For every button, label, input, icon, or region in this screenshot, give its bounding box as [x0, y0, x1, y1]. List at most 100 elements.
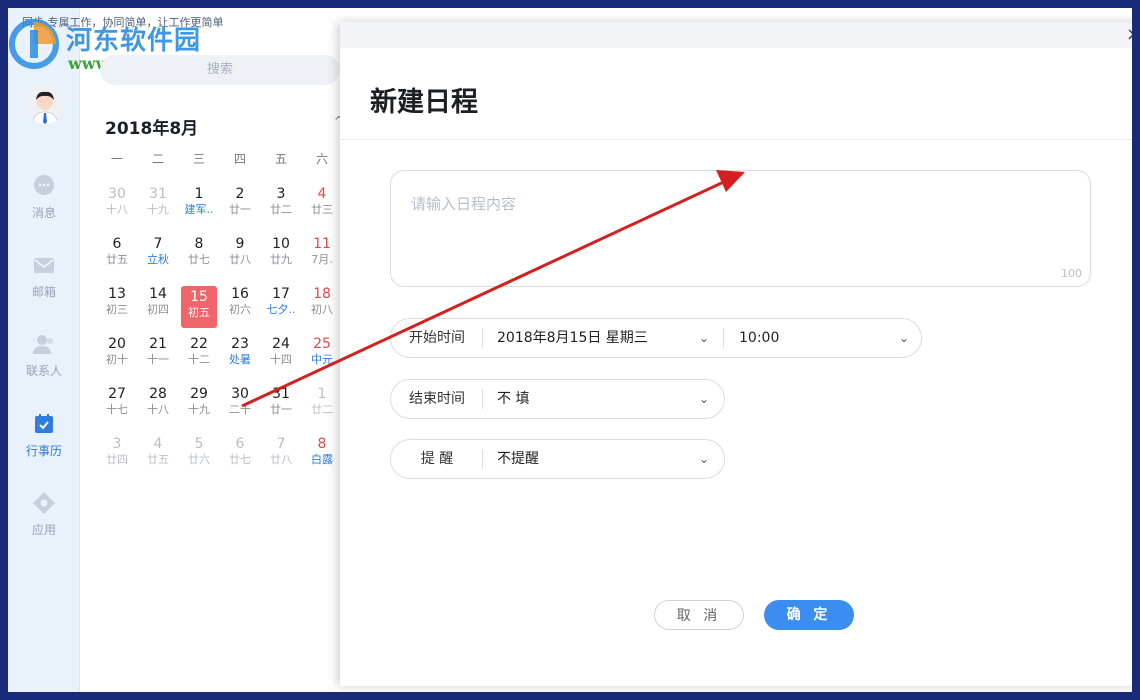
- day-number: 14: [149, 286, 167, 302]
- day-number: 1: [194, 186, 204, 202]
- calendar-day[interactable]: 6 廿七: [222, 436, 258, 478]
- calendar-day[interactable]: 22 十二: [181, 336, 217, 378]
- calendar-day[interactable]: 30 二十: [222, 386, 258, 428]
- day-number: 18: [313, 286, 331, 302]
- search-input[interactable]: 搜索: [100, 55, 340, 85]
- calendar-day-today[interactable]: 15 初五: [181, 286, 217, 328]
- calendar-day[interactable]: 2 廿一: [222, 186, 258, 228]
- calendar-day[interactable]: 29 十九: [181, 386, 217, 428]
- reminder-select[interactable]: 不提醒: [497, 440, 539, 478]
- lunar-date: 廿八: [270, 453, 292, 466]
- char-limit: 100: [1061, 267, 1082, 280]
- day-number: 4: [317, 186, 327, 202]
- calendar-day[interactable]: 3 廿二: [263, 186, 299, 228]
- close-icon[interactable]: ×: [1126, 26, 1132, 44]
- calendar-day[interactable]: 1 建军..: [181, 186, 217, 228]
- user-avatar[interactable]: [25, 84, 65, 124]
- end-time-select[interactable]: 不 填: [497, 380, 529, 418]
- calendar-day[interactable]: 20 初十: [99, 336, 135, 378]
- confirm-button[interactable]: 确 定: [764, 600, 854, 630]
- day-number: 8: [317, 436, 327, 452]
- calendar-day[interactable]: 8 廿七: [181, 236, 217, 278]
- reminder-field: 提 醒 不提醒 ⌄: [390, 439, 725, 479]
- calendar-day[interactable]: 8 白露: [304, 436, 340, 478]
- lunar-date: 廿七: [229, 453, 251, 466]
- cancel-button[interactable]: 取 消: [654, 600, 744, 630]
- calendar-day[interactable]: 14 初四: [140, 286, 176, 328]
- calendar-day[interactable]: 25 中元: [304, 336, 340, 378]
- calendar-day[interactable]: 3 廿四: [99, 436, 135, 478]
- calendar-day[interactable]: 9 廿八: [222, 236, 258, 278]
- calendar-day[interactable]: 21 十一: [140, 336, 176, 378]
- nav-item-apps[interactable]: 应用: [8, 491, 80, 551]
- calendar-day[interactable]: 1 廿二: [304, 386, 340, 428]
- calendar-day[interactable]: 10 廿九: [263, 236, 299, 278]
- calendar-day[interactable]: 7 廿八: [263, 436, 299, 478]
- start-time-label: 开始时间: [409, 330, 465, 346]
- day-number: 10: [272, 236, 290, 252]
- day-number: 31: [272, 386, 290, 402]
- day-number: 20: [108, 336, 126, 352]
- lunar-date: 建军..: [184, 203, 214, 216]
- calendar-day[interactable]: 5 廿六: [181, 436, 217, 478]
- weekday-label: 三: [192, 152, 205, 166]
- separator: [482, 449, 483, 469]
- nav-item-contacts[interactable]: 联系人: [8, 332, 80, 392]
- lunar-date: 廿五: [106, 253, 128, 266]
- calendar-day[interactable]: 16 初六: [222, 286, 258, 328]
- lunar-date: 十二: [188, 353, 210, 366]
- day-number: 2: [235, 186, 245, 202]
- lunar-date: 7月.: [311, 253, 333, 266]
- chevron-down-icon[interactable]: ⌄: [899, 319, 909, 357]
- weekday-label: 六: [315, 152, 328, 166]
- watermark-icon: [9, 19, 59, 69]
- chevron-down-icon[interactable]: ⌄: [699, 380, 709, 418]
- calendar-day[interactable]: 17 七夕..: [263, 286, 299, 328]
- day-number: 4: [153, 436, 163, 452]
- chevron-down-icon[interactable]: ⌄: [699, 319, 709, 357]
- calendar-day[interactable]: 28 十八: [140, 386, 176, 428]
- start-date-select[interactable]: 2018年8月15日 星期三: [497, 319, 648, 357]
- calendar-day[interactable]: 23 处暑: [222, 336, 258, 378]
- calendar-day[interactable]: 11 7月.: [304, 236, 340, 278]
- calendar-day[interactable]: 31 廿一: [263, 386, 299, 428]
- day-number: 7: [276, 436, 286, 452]
- day-number: 30: [108, 186, 126, 202]
- nav-item-messages[interactable]: 消息: [8, 174, 80, 234]
- calendar-day[interactable]: 24 十四: [263, 336, 299, 378]
- calendar-day[interactable]: 6 廿五: [99, 236, 135, 278]
- lunar-date: 初六: [229, 303, 251, 316]
- calendar-day[interactable]: 4 廿三: [304, 186, 340, 228]
- calendar-day[interactable]: 27 十七: [99, 386, 135, 428]
- weekday-label: 四: [233, 152, 246, 166]
- lunar-date: 十四: [270, 353, 292, 366]
- day-number: 6: [112, 236, 122, 252]
- calendar-day[interactable]: 18 初八: [304, 286, 340, 328]
- lunar-date: 廿一: [270, 403, 292, 416]
- lunar-date: 廿六: [188, 453, 210, 466]
- nav-item-mail[interactable]: 邮箱: [8, 253, 80, 313]
- calendar-day[interactable]: 30 十八: [99, 186, 135, 228]
- day-number: 24: [272, 336, 290, 352]
- calendar-day[interactable]: 4 廿五: [140, 436, 176, 478]
- lunar-date: 廿二: [311, 403, 333, 416]
- lunar-date: 初四: [147, 303, 169, 316]
- message-icon: [34, 175, 54, 195]
- day-number: 8: [194, 236, 204, 252]
- calendar-day[interactable]: 7 立秋: [140, 236, 176, 278]
- calendar-day[interactable]: 31 十九: [140, 186, 176, 228]
- lunar-date: 廿三: [311, 203, 333, 216]
- calendar-day[interactable]: 13 初三: [99, 286, 135, 328]
- lunar-date: 廿七: [188, 253, 210, 266]
- chevron-down-icon[interactable]: ⌄: [699, 440, 709, 478]
- day-number: 6: [235, 436, 245, 452]
- lunar-date: 廿五: [147, 453, 169, 466]
- lunar-date: 十一: [147, 353, 169, 366]
- day-number: 17: [272, 286, 290, 302]
- content-placeholder: 请输入日程内容: [411, 195, 517, 213]
- schedule-content-input[interactable]: 请输入日程内容 100: [390, 170, 1091, 287]
- nav-item-calendar[interactable]: 行事历: [8, 412, 80, 472]
- start-time-select[interactable]: 10:00: [739, 319, 779, 357]
- nav-label: 联系人: [25, 364, 62, 378]
- end-time-field: 结束时间 不 填 ⌄: [390, 379, 725, 419]
